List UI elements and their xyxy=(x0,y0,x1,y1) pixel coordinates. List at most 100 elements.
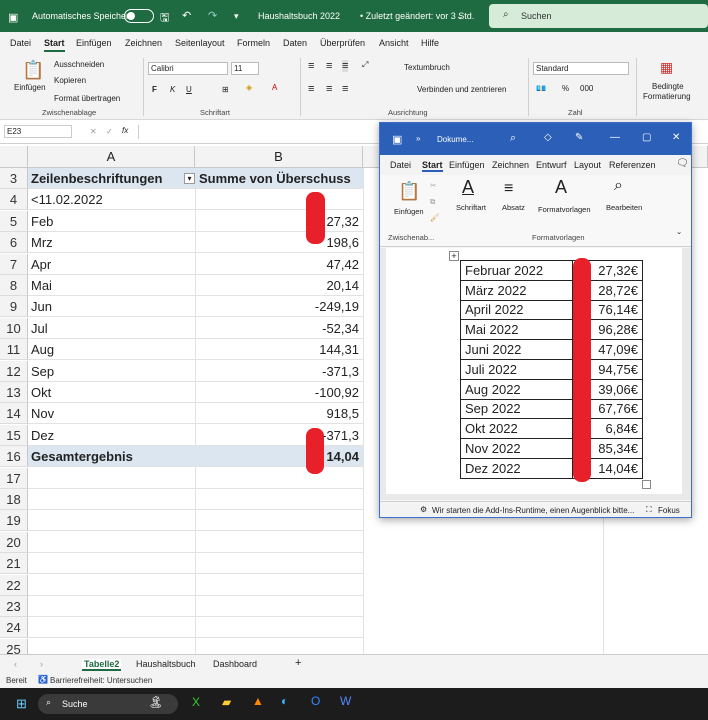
cell-b[interactable] xyxy=(195,596,363,617)
cell-b[interactable]: 198,6 xyxy=(195,232,363,254)
accessibility-status[interactable]: Barrierefreiheit: Untersuchen xyxy=(50,676,152,685)
row-header[interactable]: 22 xyxy=(0,574,28,596)
cut-icon[interactable]: ✂ xyxy=(430,181,436,190)
format-painter-button[interactable]: Format übertragen xyxy=(54,94,120,103)
confirm-icon[interactable]: ✓ xyxy=(106,127,113,136)
month-cell[interactable]: April 2022 xyxy=(460,299,573,321)
cell-a[interactable]: Aug xyxy=(28,339,195,361)
month-cell[interactable]: Sep 2022 xyxy=(460,398,573,420)
fill-color-icon[interactable]: ◈ xyxy=(246,83,252,92)
column-header-b[interactable]: B xyxy=(195,146,363,168)
cell-a[interactable]: Mai xyxy=(28,275,195,296)
maximize-icon[interactable]: ▢ xyxy=(642,132,651,143)
thousands-button[interactable]: 000 xyxy=(580,84,593,93)
search-icon[interactable]: ⌕ xyxy=(614,177,623,195)
align-top-icon[interactable]: ≡ xyxy=(308,60,314,72)
row-header[interactable]: 5 xyxy=(0,210,28,232)
next-sheet-icon[interactable]: › xyxy=(40,659,43,669)
cell-b[interactable] xyxy=(195,510,363,532)
clipboard-icon[interactable]: 📋 xyxy=(22,60,44,81)
row-header[interactable]: 9 xyxy=(0,296,28,318)
row-header[interactable]: 8 xyxy=(0,275,28,296)
redo-icon[interactable]: ↷ xyxy=(208,9,217,22)
currency-icon[interactable]: 💶 xyxy=(536,84,546,93)
cell-b[interactable]: 47,42 xyxy=(195,254,363,275)
styles-icon[interactable]: A xyxy=(555,177,567,198)
undo-icon[interactable]: ↶ xyxy=(182,9,191,22)
row-header[interactable]: 4 xyxy=(0,189,28,211)
tab-haushaltsbuch[interactable]: Haushaltsbuch xyxy=(136,659,196,669)
save-icon[interactable]: 🖫 xyxy=(160,9,169,28)
menu-zeichnen[interactable]: Zeichnen xyxy=(125,38,162,48)
word-app-icon[interactable]: W xyxy=(340,694,351,708)
menu-formeln[interactable]: Formeln xyxy=(237,38,270,48)
tab-dashboard[interactable]: Dashboard xyxy=(213,659,257,669)
cell-b[interactable] xyxy=(195,532,363,553)
cell-b[interactable] xyxy=(195,489,363,510)
name-box[interactable]: E23 xyxy=(4,125,72,138)
cell-b[interactable] xyxy=(195,617,363,639)
row-header[interactable]: 16 xyxy=(0,446,28,468)
menu-seitenlayout[interactable]: Seitenlayout xyxy=(175,38,225,48)
customize-toolbar-icon[interactable]: ▾ xyxy=(234,11,239,22)
copy-icon[interactable]: ⧉ xyxy=(430,197,435,207)
explorer-icon[interactable]: ▰ xyxy=(222,695,231,709)
table-move-handle-icon[interactable]: + xyxy=(449,251,459,261)
cell-a[interactable] xyxy=(28,596,195,617)
vlc-icon[interactable]: ▲ xyxy=(252,694,264,708)
fx-button[interactable]: fx xyxy=(122,126,128,135)
widget-icon[interactable]: 🏝 xyxy=(148,695,163,709)
cell-b[interactable]: 27,32 xyxy=(195,211,363,232)
cell-a[interactable] xyxy=(28,510,195,532)
tab-tabelle2[interactable]: Tabelle2 xyxy=(82,659,122,671)
copy-button[interactable]: Kopieren xyxy=(54,76,86,85)
cut-button[interactable]: Ausschneiden xyxy=(54,60,104,69)
merge-center-button[interactable]: Verbinden und zentrieren xyxy=(417,85,506,94)
conditional-format-icon[interactable]: ▦ xyxy=(660,59,673,76)
start-icon[interactable]: ⊞ xyxy=(16,696,27,712)
excel-app-icon[interactable]: X xyxy=(192,695,200,709)
cell-b[interactable]: Summe von Überschuss xyxy=(195,168,363,189)
word-styles-button[interactable]: Formatvorlagen xyxy=(538,205,591,214)
cell-a[interactable]: Jul xyxy=(28,318,195,339)
row-header[interactable]: 11 xyxy=(0,339,28,361)
word-menu-zeichnen[interactable]: Zeichnen xyxy=(492,160,529,170)
diamond-icon[interactable]: ◇ xyxy=(544,132,552,143)
number-format-select[interactable]: Standard xyxy=(533,62,629,75)
month-cell[interactable]: Nov 2022 xyxy=(460,438,573,459)
cell-b[interactable]: 918,5 xyxy=(195,403,363,425)
word-more-icon[interactable]: » xyxy=(416,134,420,143)
underline-button[interactable]: U xyxy=(186,85,192,94)
brush-icon[interactable]: 🖌 xyxy=(430,213,440,222)
pen-icon[interactable]: ✎ xyxy=(575,132,583,143)
cell-b[interactable]: 20,14 xyxy=(195,275,363,296)
cell-a[interactable]: Jun xyxy=(28,296,195,318)
word-font-button[interactable]: Schriftart xyxy=(456,203,486,212)
cell-b[interactable]: -371,3 xyxy=(195,361,363,382)
row-header[interactable]: 3 xyxy=(0,168,28,189)
font-color-icon[interactable]: A xyxy=(272,83,277,92)
word-menu-referenzen[interactable]: Referenzen xyxy=(609,160,656,170)
cancel-icon[interactable]: ✕ xyxy=(90,127,97,136)
row-header[interactable]: 21 xyxy=(0,553,28,575)
align-bottom-icon[interactable]: ≡ xyxy=(342,60,349,72)
focus-button[interactable]: Fokus xyxy=(658,506,680,515)
word-menu-einfuegen[interactable]: Einfügen xyxy=(449,160,485,170)
autosave-toggle[interactable] xyxy=(124,9,154,23)
menu-einfuegen[interactable]: Einfügen xyxy=(76,38,112,48)
row-header[interactable]: 17 xyxy=(0,467,28,489)
row-header[interactable]: 12 xyxy=(0,360,28,382)
row-header[interactable]: 18 xyxy=(0,489,28,510)
cell-a[interactable] xyxy=(28,575,195,596)
menu-datei[interactable]: Datei xyxy=(10,38,31,48)
cell-a[interactable]: Apr xyxy=(28,254,195,275)
cell-a[interactable]: Gesamtergebnis xyxy=(28,446,195,468)
cell-b[interactable]: -100,92 xyxy=(195,382,363,403)
row-header[interactable]: 13 xyxy=(0,382,28,403)
filter-dropdown-icon[interactable]: ▾ xyxy=(184,173,195,184)
formula-input[interactable] xyxy=(138,125,378,139)
align-middle-icon[interactable]: ≡ xyxy=(326,60,332,72)
font-icon[interactable]: A xyxy=(462,177,474,198)
menu-start[interactable]: Start xyxy=(44,38,65,52)
border-icon[interactable]: ⊞ xyxy=(222,85,229,94)
